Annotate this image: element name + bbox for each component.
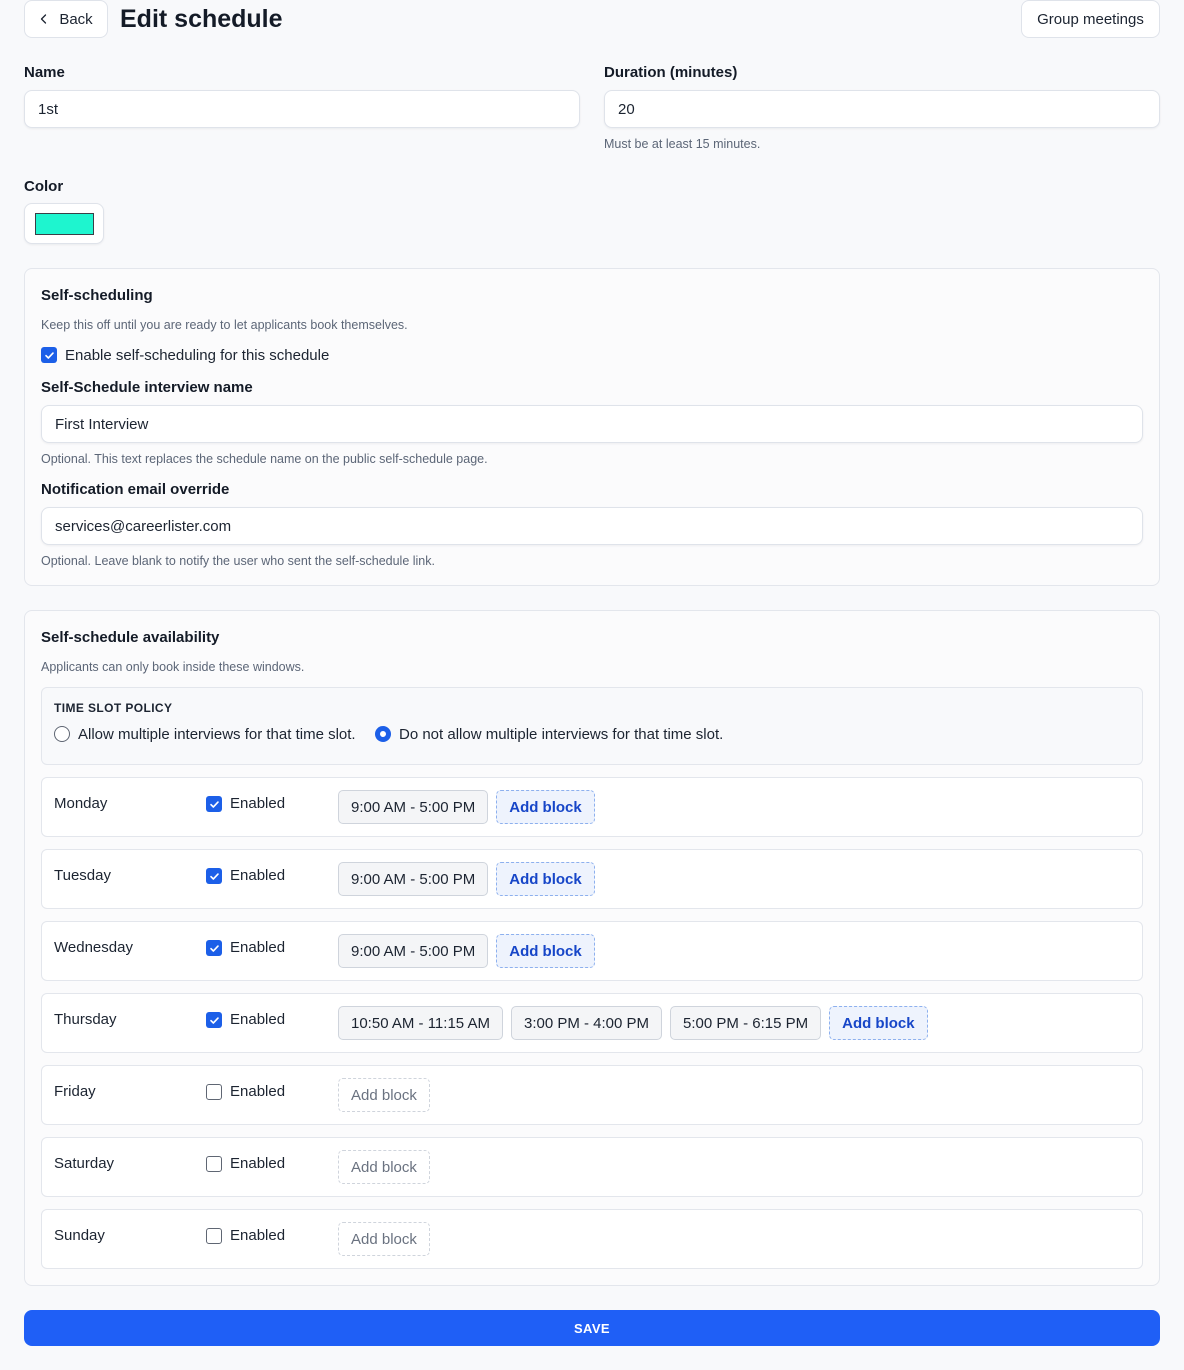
notification-email-label: Notification email override bbox=[41, 481, 230, 498]
day-name: Friday bbox=[54, 1083, 96, 1100]
day-name: Wednesday bbox=[54, 939, 133, 956]
back-label: Back bbox=[59, 10, 93, 28]
duration-input[interactable]: 20 bbox=[604, 90, 1160, 128]
time-block[interactable]: 9:00 AM - 5:00 PM bbox=[338, 862, 489, 896]
notification-email-input[interactable]: services@careerlister.com bbox=[41, 507, 1143, 545]
day-enabled-checkbox[interactable] bbox=[206, 1156, 222, 1172]
day-enabled-checkbox[interactable] bbox=[206, 1012, 222, 1028]
day-enabled-checkbox[interactable] bbox=[206, 796, 222, 812]
checkmark-icon bbox=[209, 800, 219, 808]
day-name: Saturday bbox=[54, 1155, 115, 1172]
time-blocks: 9:00 AM - 5:00 PM Add block bbox=[338, 934, 595, 968]
day-enabled-checkbox[interactable] bbox=[206, 868, 222, 884]
day-name: Thursday bbox=[54, 1011, 117, 1028]
day-row-saturday: Saturday Enabled Add block bbox=[41, 1137, 1143, 1197]
availability-title: Self-schedule availability bbox=[41, 629, 220, 646]
day-enabled-label: Enabled bbox=[230, 795, 286, 812]
duration-help-text: Must be at least 15 minutes. bbox=[604, 137, 761, 151]
time-blocks: Add block bbox=[338, 1150, 430, 1184]
day-enabled-label: Enabled bbox=[230, 1155, 286, 1172]
chevron-left-icon bbox=[41, 14, 47, 24]
time-blocks: 10:50 AM - 11:15 AM 3:00 PM - 4:00 PM 5:00… bbox=[338, 1006, 928, 1040]
disallow-multiple-radio[interactable] bbox=[375, 726, 391, 742]
enable-self-scheduling-label: Enable self-scheduling for this schedule bbox=[65, 347, 330, 364]
checkmark-icon bbox=[209, 944, 219, 952]
color-swatch bbox=[35, 213, 94, 235]
day-row-sunday: Sunday Enabled Add block bbox=[41, 1209, 1143, 1269]
day-enabled-label: Enabled bbox=[230, 1083, 286, 1100]
day-enabled-label: Enabled bbox=[230, 1011, 286, 1028]
enable-self-scheduling-checkbox[interactable] bbox=[41, 347, 57, 363]
day-row-wednesday: Wednesday Enabled 9:00 AM - 5:00 PM Add blo… bbox=[41, 921, 1143, 981]
allow-multiple-radio[interactable] bbox=[54, 726, 70, 742]
add-block-button[interactable]: Add block bbox=[496, 790, 595, 824]
add-block-button[interactable]: Add block bbox=[338, 1222, 430, 1256]
add-block-button[interactable]: Add block bbox=[829, 1006, 928, 1040]
checkmark-icon bbox=[44, 351, 54, 359]
self-scheduling-title: Self-scheduling bbox=[41, 287, 153, 304]
time-block[interactable]: 9:00 AM - 5:00 PM bbox=[338, 934, 489, 968]
time-blocks: Add block bbox=[338, 1222, 430, 1256]
time-block[interactable]: 9:00 AM - 5:00 PM bbox=[338, 790, 489, 824]
time-blocks: 9:00 AM - 5:00 PM Add block bbox=[338, 790, 595, 824]
self-scheduling-description: Keep this off until you are ready to let… bbox=[41, 318, 408, 332]
save-button[interactable]: SAVE bbox=[24, 1310, 1160, 1346]
color-label: Color bbox=[24, 178, 64, 195]
checkmark-icon bbox=[209, 872, 219, 880]
interview-name-input[interactable]: First Interview bbox=[41, 405, 1143, 443]
day-enabled-label: Enabled bbox=[230, 1227, 286, 1244]
time-slot-policy-box: TIME SLOT POLICY Allow multiple intervie… bbox=[41, 687, 1143, 765]
time-slot-policy-title: TIME SLOT POLICY bbox=[54, 701, 173, 715]
day-name: Monday bbox=[54, 795, 108, 812]
add-block-button[interactable]: Add block bbox=[338, 1150, 430, 1184]
allow-multiple-label: Allow multiple interviews for that time … bbox=[78, 726, 356, 743]
availability-description: Applicants can only book inside these wi… bbox=[41, 660, 305, 674]
interview-name-label: Self-Schedule interview name bbox=[41, 379, 253, 396]
day-name: Sunday bbox=[54, 1227, 105, 1244]
day-name: Tuesday bbox=[54, 867, 111, 884]
disallow-multiple-label: Do not allow multiple interviews for tha… bbox=[399, 726, 724, 743]
day-row-friday: Friday Enabled Add block bbox=[41, 1065, 1143, 1125]
interview-name-help-text: Optional. This text replaces the schedul… bbox=[41, 452, 488, 466]
time-blocks: 9:00 AM - 5:00 PM Add block bbox=[338, 862, 595, 896]
time-block[interactable]: 3:00 PM - 4:00 PM bbox=[510, 1006, 663, 1040]
color-picker[interactable] bbox=[24, 203, 104, 244]
checkmark-icon bbox=[209, 1016, 219, 1024]
day-enabled-label: Enabled bbox=[230, 867, 286, 884]
day-row-monday: Monday Enabled 9:00 AM - 5:00 PM Add block bbox=[41, 777, 1143, 837]
day-enabled-checkbox[interactable] bbox=[206, 1228, 222, 1244]
page-title: Edit schedule bbox=[120, 5, 283, 33]
add-block-button[interactable]: Add block bbox=[338, 1078, 430, 1112]
duration-label: Duration (minutes) bbox=[604, 64, 738, 81]
add-block-button[interactable]: Add block bbox=[496, 934, 595, 968]
time-block[interactable]: 5:00 PM - 6:15 PM bbox=[670, 1006, 822, 1040]
day-enabled-label: Enabled bbox=[230, 939, 286, 956]
name-label: Name bbox=[24, 64, 65, 81]
name-input[interactable]: 1st bbox=[24, 90, 580, 128]
time-blocks: Add block bbox=[338, 1078, 430, 1112]
notification-email-help-text: Optional. Leave blank to notify the user… bbox=[41, 554, 435, 568]
day-enabled-checkbox[interactable] bbox=[206, 940, 222, 956]
day-row-thursday: Thursday Enabled 10:50 AM - 11:15 AM 3:00 P… bbox=[41, 993, 1143, 1053]
add-block-button[interactable]: Add block bbox=[496, 862, 595, 896]
day-enabled-checkbox[interactable] bbox=[206, 1084, 222, 1100]
time-block[interactable]: 10:50 AM - 11:15 AM bbox=[338, 1006, 503, 1040]
group-meetings-button[interactable]: Group meetings bbox=[1021, 0, 1160, 38]
day-row-tuesday: Tuesday Enabled 9:00 AM - 5:00 PM Add block bbox=[41, 849, 1143, 909]
back-button[interactable]: Back bbox=[24, 0, 108, 38]
